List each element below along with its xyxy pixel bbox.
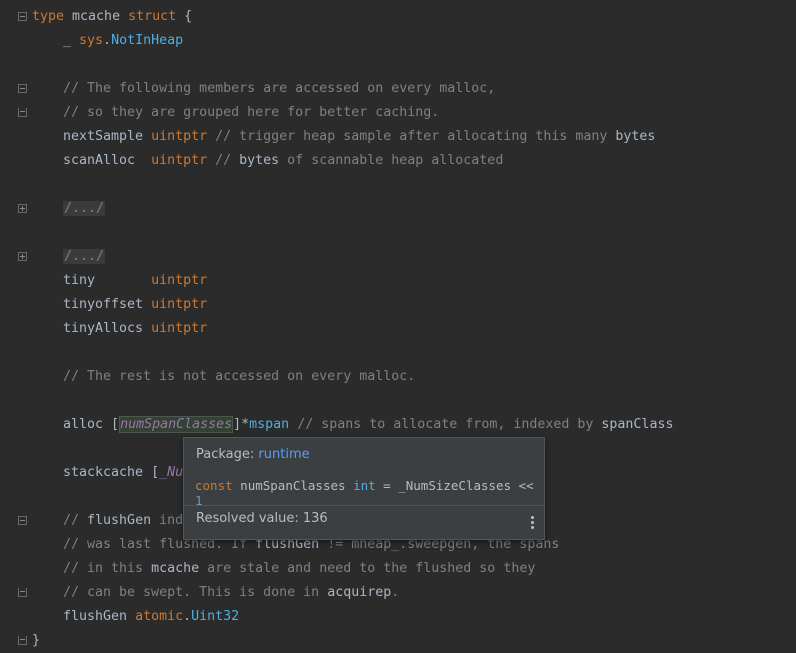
code-line: type mcache struct {	[32, 5, 192, 29]
comment: // spans to allocate from, indexed by	[289, 417, 602, 432]
popup-resolved-row: Resolved value: 136	[196, 511, 328, 526]
fold-collapse-icon[interactable]	[18, 84, 27, 93]
type-ref: uintptr	[151, 153, 208, 168]
popup-package-row: Package: runtime	[196, 447, 310, 462]
comment: are stale and need to the flushed so the…	[199, 561, 536, 576]
editor-gutter	[0, 0, 31, 651]
fold-collapse-icon[interactable]	[18, 12, 27, 21]
popup-declaration: const numSpanClasses int = _NumSizeClass…	[195, 478, 544, 508]
code-line: tiny uintptr	[63, 269, 207, 293]
package-label: Package:	[196, 447, 259, 462]
const-ref-hovered[interactable]: numSpanClasses	[119, 416, 234, 433]
comment-ref: flushGen	[87, 513, 152, 528]
comment: // trigger heap sample after allocating …	[207, 129, 616, 144]
const-ref: _Nu	[159, 465, 184, 480]
field-name: tinyoffset	[63, 297, 152, 312]
comment-ref: spanClass	[601, 417, 674, 432]
decl-type[interactable]: int	[353, 478, 376, 493]
comment-ref: mcache	[151, 561, 200, 576]
comment-line: // so they are grouped here for better c…	[63, 105, 440, 120]
comment-line: // The rest is not accessed on every mal…	[63, 369, 416, 384]
field-name: stackcache	[63, 465, 152, 480]
punct: {	[176, 9, 193, 24]
comment-ref: acquirep	[327, 585, 392, 600]
fold-end-icon[interactable]	[18, 108, 27, 117]
package-ref: sys	[79, 33, 104, 48]
comment: // can be swept. This is done in	[63, 585, 328, 600]
field-name: tinyAllocs	[63, 321, 152, 336]
comment-ref: bytes	[239, 153, 280, 168]
more-options-icon[interactable]	[531, 514, 535, 531]
code-line: // flushGen ind	[63, 509, 183, 533]
punct: [	[111, 417, 120, 432]
field-name: tiny	[63, 273, 152, 288]
type-ref: uintptr	[151, 297, 208, 312]
fold-collapse-icon[interactable]	[18, 516, 27, 525]
popup-divider	[184, 505, 544, 506]
code-line: flushGen atomic.Uint32	[63, 605, 239, 629]
code-line: /.../	[63, 197, 106, 221]
punct: .	[183, 609, 192, 624]
identifier: _	[63, 33, 80, 48]
type-ref: mspan	[249, 417, 290, 432]
package-link[interactable]: runtime	[258, 447, 309, 462]
code-line: stackcache [_Nu	[63, 461, 183, 485]
fold-expand-icon[interactable]	[18, 252, 27, 261]
closing-brace: }	[32, 633, 41, 648]
type-ref: NotInHeap	[111, 33, 184, 48]
punct: ]*	[233, 417, 250, 432]
punct: .	[103, 33, 112, 48]
field-name: flushGen	[63, 609, 136, 624]
keyword: type	[32, 9, 65, 24]
decl-expression: = _NumSizeClasses <<	[375, 478, 534, 493]
comment: of scannable heap allocated	[279, 153, 504, 168]
code-line: tinyAllocs uintptr	[63, 317, 207, 341]
code-line: nextSample uintptr // trigger heap sampl…	[63, 125, 655, 149]
decl-name: numSpanClasses	[232, 478, 354, 493]
code-line: scanAlloc uintptr // bytes of scannable …	[63, 149, 503, 173]
type-ref: Uint32	[191, 609, 240, 624]
resolved-label: Resolved value:	[196, 511, 303, 526]
code-line: /.../	[63, 245, 106, 269]
code-line: _ sys.NotInHeap	[63, 29, 183, 53]
code-line: alloc [numSpanClasses]*mspan // spans to…	[63, 413, 673, 437]
type-ref: uintptr	[151, 321, 208, 336]
code-line: tinyoffset uintptr	[63, 293, 207, 317]
field-name: scanAlloc	[63, 153, 152, 168]
decl-keyword: const	[195, 478, 233, 493]
type-ref: uintptr	[151, 129, 208, 144]
keyword: struct	[128, 9, 177, 24]
fold-end-icon[interactable]	[18, 636, 27, 645]
fold-expand-icon[interactable]	[18, 204, 27, 213]
comment: .	[391, 585, 400, 600]
fold-end-icon[interactable]	[18, 588, 27, 597]
identifier: mcache	[64, 9, 129, 24]
code-line: // in this mcache are stale and need to …	[63, 557, 535, 581]
comment: //	[207, 153, 240, 168]
resolved-value: 136	[302, 511, 328, 526]
folded-region[interactable]: /.../	[63, 201, 106, 216]
comment-ref: bytes	[615, 129, 656, 144]
field-name: alloc	[63, 417, 112, 432]
package-ref: atomic	[135, 609, 184, 624]
type-ref: uintptr	[151, 273, 208, 288]
field-name: nextSample	[63, 129, 152, 144]
folded-region[interactable]: /.../	[63, 249, 106, 264]
quick-doc-popup[interactable]: Package: runtime const numSpanClasses in…	[183, 437, 545, 540]
comment: //	[63, 513, 88, 528]
punct: [	[151, 465, 160, 480]
comment: ind	[151, 513, 184, 528]
comment-line: // The following members are accessed on…	[63, 81, 496, 96]
comment: // in this	[63, 561, 152, 576]
code-line: // can be swept. This is done in acquire…	[63, 581, 399, 605]
